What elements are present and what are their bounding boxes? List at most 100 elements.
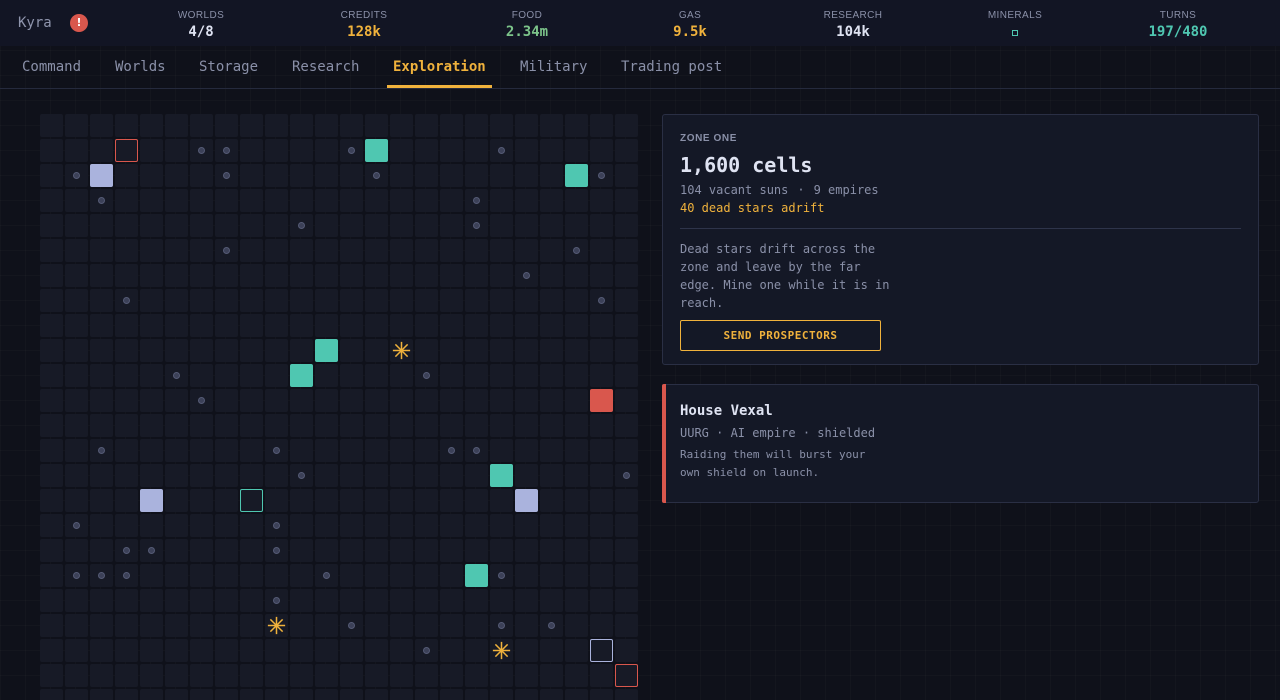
map-cell[interactable] xyxy=(515,464,538,487)
map-cell[interactable] xyxy=(40,464,63,487)
map-cell[interactable] xyxy=(215,389,238,412)
map-cell[interactable] xyxy=(140,189,163,212)
map-cell[interactable] xyxy=(140,514,163,537)
map-cell[interactable] xyxy=(615,564,638,587)
map-cell[interactable] xyxy=(415,514,438,537)
map-cell[interactable] xyxy=(40,389,63,412)
map-cell[interactable] xyxy=(140,139,163,162)
map-cell[interactable] xyxy=(165,589,188,612)
map-cell[interactable] xyxy=(390,689,413,700)
map-cell[interactable] xyxy=(40,639,63,662)
map-cell[interactable] xyxy=(615,114,638,137)
map-cell[interactable] xyxy=(40,289,63,312)
map-cell[interactable] xyxy=(440,639,463,662)
map-cell[interactable] xyxy=(515,414,538,437)
map-cell[interactable] xyxy=(540,389,563,412)
map-cell[interactable] xyxy=(215,114,238,137)
map-cell[interactable] xyxy=(90,589,113,612)
map-cell[interactable] xyxy=(315,139,338,162)
map-cell[interactable] xyxy=(65,639,88,662)
map-cell[interactable] xyxy=(115,664,138,687)
map-cell[interactable] xyxy=(565,214,588,237)
map-cell[interactable] xyxy=(415,489,438,512)
map-cell[interactable] xyxy=(465,489,488,512)
map-cell[interactable] xyxy=(265,489,288,512)
map-cell[interactable] xyxy=(490,689,513,700)
map-cell[interactable] xyxy=(440,264,463,287)
map-cell[interactable] xyxy=(565,114,588,137)
map-cell[interactable] xyxy=(515,689,538,700)
map-cell[interactable] xyxy=(465,614,488,637)
map-cell[interactable] xyxy=(390,264,413,287)
map-cell[interactable] xyxy=(615,614,638,637)
map-cell[interactable] xyxy=(390,589,413,612)
map-cell[interactable] xyxy=(540,214,563,237)
map-cell[interactable] xyxy=(365,364,388,387)
map-cell[interactable] xyxy=(440,289,463,312)
map-cell[interactable] xyxy=(115,189,138,212)
map-cell[interactable] xyxy=(315,289,338,312)
map-cell[interactable] xyxy=(490,414,513,437)
map-cell[interactable] xyxy=(115,339,138,362)
map-cell[interactable] xyxy=(165,414,188,437)
map-cell[interactable] xyxy=(190,664,213,687)
map-cell[interactable] xyxy=(415,214,438,237)
map-cell[interactable] xyxy=(240,139,263,162)
map-cell[interactable] xyxy=(465,264,488,287)
map-cell[interactable] xyxy=(90,114,113,137)
map-cell[interactable] xyxy=(290,389,313,412)
map-cell[interactable] xyxy=(440,614,463,637)
map-cell[interactable] xyxy=(365,589,388,612)
enemy-world-token[interactable] xyxy=(590,389,613,412)
map-cell[interactable] xyxy=(540,164,563,187)
map-cell[interactable] xyxy=(290,114,313,137)
map-cell[interactable] xyxy=(90,414,113,437)
map-cell[interactable] xyxy=(115,489,138,512)
map-cell[interactable] xyxy=(565,414,588,437)
map-cell[interactable] xyxy=(165,164,188,187)
map-cell[interactable] xyxy=(390,664,413,687)
map-cell[interactable] xyxy=(140,239,163,262)
map-cell[interactable] xyxy=(290,564,313,587)
map-cell[interactable] xyxy=(540,514,563,537)
map-cell[interactable] xyxy=(190,189,213,212)
map-cell[interactable] xyxy=(140,614,163,637)
map-cell[interactable] xyxy=(515,239,538,262)
map-cell[interactable] xyxy=(165,264,188,287)
map-cell[interactable] xyxy=(165,389,188,412)
map-cell[interactable] xyxy=(340,214,363,237)
map-cell[interactable] xyxy=(590,189,613,212)
map-cell[interactable] xyxy=(615,539,638,562)
map-cell[interactable] xyxy=(465,339,488,362)
map-cell[interactable] xyxy=(215,314,238,337)
map-cell[interactable] xyxy=(440,189,463,212)
map-cell[interactable] xyxy=(515,539,538,562)
map-cell[interactable] xyxy=(540,589,563,612)
map-cell[interactable] xyxy=(365,514,388,537)
map-cell[interactable] xyxy=(290,539,313,562)
map-cell[interactable] xyxy=(615,689,638,700)
map-cell[interactable] xyxy=(90,514,113,537)
map-cell[interactable] xyxy=(240,614,263,637)
map-cell[interactable] xyxy=(540,539,563,562)
map-cell[interactable] xyxy=(515,114,538,137)
map-cell[interactable] xyxy=(465,464,488,487)
map-cell[interactable] xyxy=(465,314,488,337)
map-cell[interactable] xyxy=(240,539,263,562)
map-cell[interactable] xyxy=(490,389,513,412)
map-cell[interactable] xyxy=(115,614,138,637)
map-cell[interactable] xyxy=(340,114,363,137)
map-cell[interactable] xyxy=(340,164,363,187)
map-cell[interactable] xyxy=(365,114,388,137)
map-cell[interactable] xyxy=(565,689,588,700)
map-cell[interactable] xyxy=(365,564,388,587)
map-cell[interactable] xyxy=(490,664,513,687)
map-cell[interactable] xyxy=(340,664,363,687)
map-cell[interactable] xyxy=(565,639,588,662)
map-cell[interactable] xyxy=(40,264,63,287)
map-cell[interactable] xyxy=(340,289,363,312)
map-cell[interactable] xyxy=(440,364,463,387)
map-cell[interactable] xyxy=(165,214,188,237)
map-cell[interactable] xyxy=(65,239,88,262)
map-cell[interactable] xyxy=(165,664,188,687)
